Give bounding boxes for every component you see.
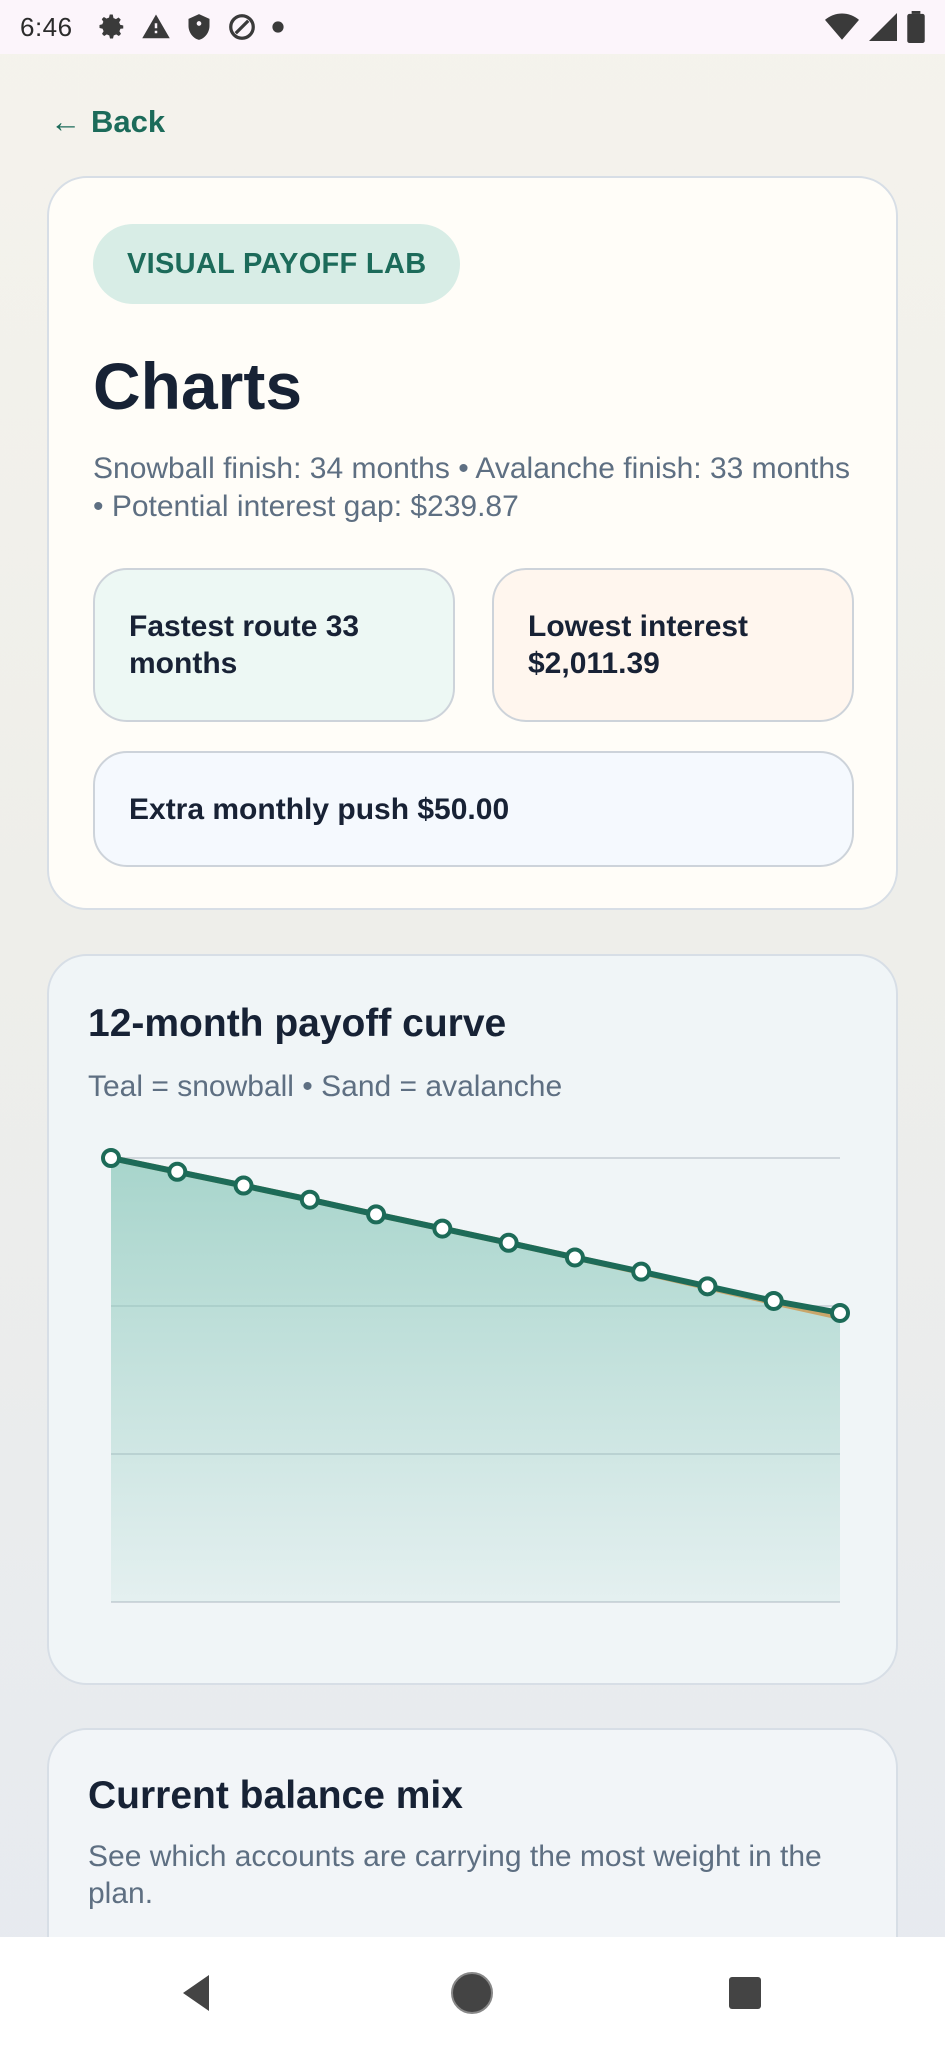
- home-circle-icon[interactable]: [412, 1937, 532, 2048]
- snowball-point: [697, 1276, 718, 1297]
- page-title: Charts: [93, 349, 303, 423]
- snowball-point: [830, 1302, 850, 1323]
- battery-icon: [907, 11, 925, 43]
- extra-push-text: Extra monthly push $50.00: [129, 792, 510, 826]
- lowest-interest-text: Lowest interest $2,011.39: [528, 610, 749, 680]
- snowball-point: [763, 1290, 784, 1311]
- signal-icon: [869, 12, 897, 42]
- snowball-point: [631, 1261, 652, 1282]
- fastest-route-text: Fastest route 33 months: [129, 610, 360, 680]
- snowball-area: [111, 1158, 840, 1602]
- blocked-icon: [227, 12, 257, 42]
- shield-icon: [185, 12, 213, 42]
- plan-summary: Snowball finish: 34 months • Avalanche f…: [93, 452, 851, 523]
- payoff-chart-card: 12-month payoff curve Teal = snowball • …: [47, 954, 898, 1685]
- back-label: Back: [91, 104, 166, 139]
- wifi-icon: [825, 12, 859, 42]
- gear-icon: [97, 12, 127, 42]
- warning-icon: [141, 12, 171, 42]
- snowball-point: [432, 1218, 453, 1239]
- snowball-point: [233, 1175, 254, 1196]
- snowball-point: [498, 1232, 519, 1253]
- summary-card: VISUAL PAYOFF LAB Charts Snowball finish…: [47, 176, 898, 910]
- recents-square-icon[interactable]: [685, 1937, 805, 2048]
- section-badge: VISUAL PAYOFF LAB: [93, 224, 461, 304]
- snowball-point: [564, 1247, 585, 1268]
- fastest-route-stat: Fastest route 33 months: [93, 568, 455, 722]
- balance-mix-subtitle: See which accounts are carrying the most…: [88, 1840, 822, 1910]
- dot-icon: [271, 20, 285, 34]
- extra-push-stat: Extra monthly push $50.00: [93, 751, 854, 867]
- balance-mix-title: Current balance mix: [88, 1774, 463, 1817]
- status-bar: 6:46: [0, 0, 945, 54]
- snowball-point: [299, 1189, 320, 1210]
- lowest-interest-stat: Lowest interest $2,011.39: [492, 568, 854, 722]
- back-arrow-icon: ←: [50, 104, 81, 139]
- snowball-point: [101, 1148, 121, 1168]
- status-time: 6:46: [20, 11, 73, 42]
- snowball-point: [366, 1204, 387, 1225]
- status-right: [825, 11, 925, 43]
- payoff-chart: [101, 1148, 850, 1603]
- back-triangle-icon[interactable]: [137, 1937, 257, 2048]
- back-button[interactable]: ← Back: [50, 104, 165, 140]
- snowball-point: [167, 1161, 188, 1182]
- status-left: 6:46: [20, 12, 285, 43]
- navigation-bar: [0, 1937, 945, 2048]
